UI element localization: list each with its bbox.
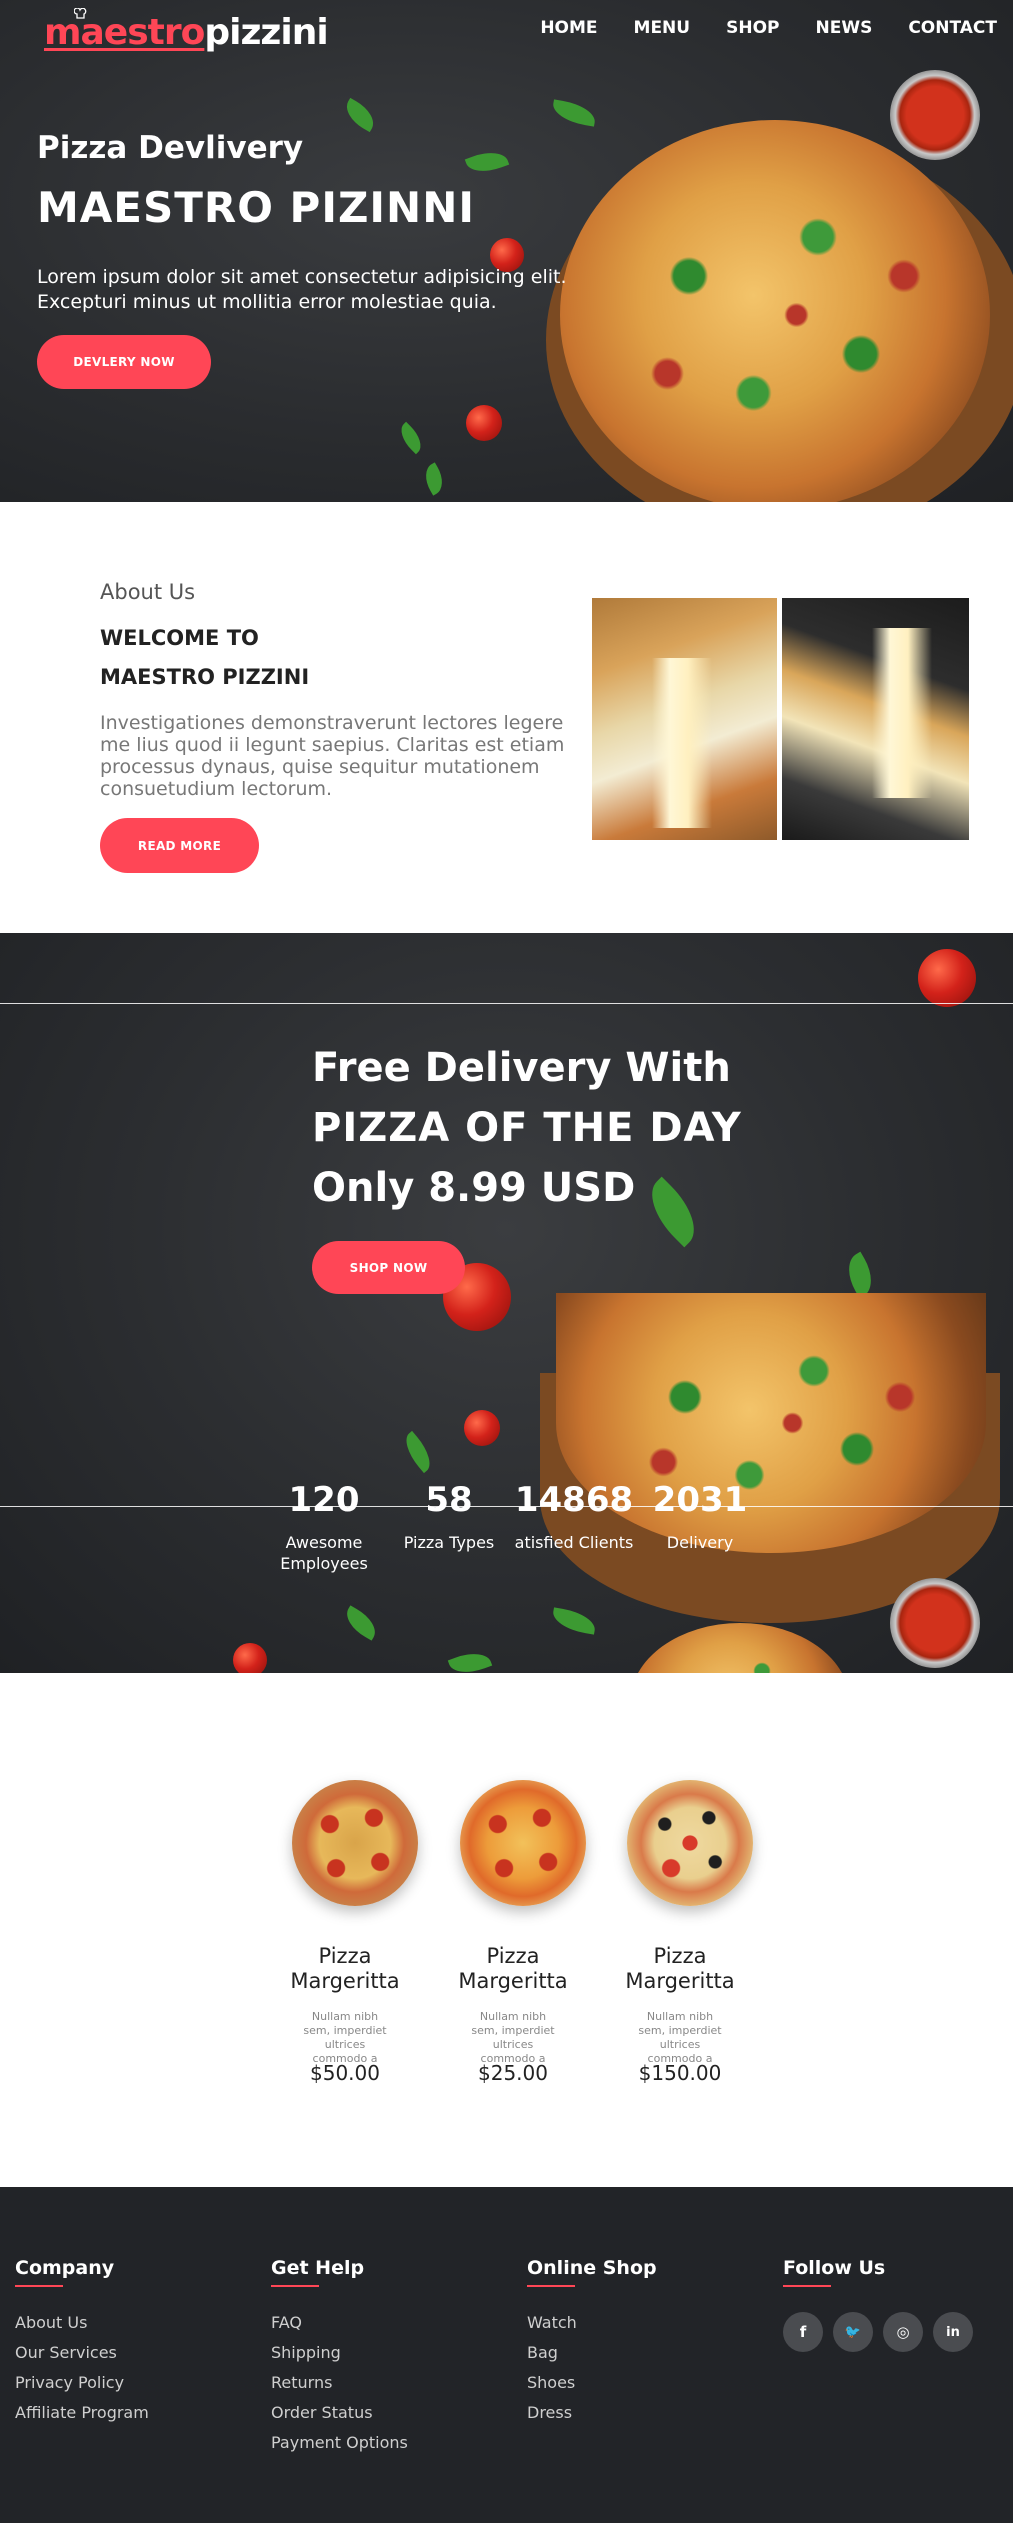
instagram-icon[interactable]: ◎ — [883, 2312, 923, 2352]
product-name[interactable]: Pizza Margeritta — [600, 1944, 760, 1994]
stat-label: Delivery — [666, 1533, 734, 1552]
product-price: $25.00 — [478, 2061, 548, 2085]
footer-link[interactable]: Returns — [271, 2373, 332, 2392]
about-heading: About Us — [100, 580, 196, 604]
about-name: MAESTRO PIZZINI — [100, 665, 310, 689]
stat-label: Pizza Types — [403, 1533, 495, 1552]
footer-heading-get-help: Get Help — [271, 2257, 365, 2279]
footer-heading-underline — [15, 2285, 63, 2287]
footer-link[interactable]: About Us — [15, 2313, 87, 2332]
promo-line-2: PIZZA OF THE DAY — [312, 1105, 742, 1151]
stat-number: 120 — [288, 1480, 360, 1520]
stat-number: 2031 — [652, 1480, 748, 1520]
hero-title: MAESTRO PIZINNI — [37, 183, 475, 232]
tomato-image — [464, 1410, 500, 1446]
footer-link[interactable]: Watch — [527, 2313, 577, 2332]
main-nav: HOME MENU SHOP NEWS CONTACT — [504, 18, 997, 38]
nav-news[interactable]: NEWS — [815, 18, 872, 38]
sauce-bowl-image — [890, 1578, 980, 1668]
promo-line-1: Free Delivery With — [312, 1045, 731, 1091]
site-footer — [0, 2187, 1013, 2523]
promo-section — [0, 933, 1013, 1673]
footer-heading-company: Company — [15, 2257, 115, 2279]
hero-description: Lorem ipsum dolor sit amet consectetur a… — [37, 266, 567, 313]
basil-leaf-image — [464, 145, 510, 179]
product-description: Nullam nibh sem, imperdiet ultrices comm… — [638, 2010, 722, 2065]
divider-line — [0, 1003, 1013, 1004]
hero-section — [0, 0, 1013, 502]
footer-heading-follow-us: Follow Us — [783, 2257, 886, 2279]
linkedin-icon[interactable]: in — [933, 2312, 973, 2352]
footer-link[interactable]: Bag — [527, 2343, 558, 2362]
basil-leaf-image — [398, 1430, 438, 1474]
nav-menu[interactable]: MENU — [634, 18, 691, 38]
tomato-image — [233, 1643, 267, 1673]
shop-now-button[interactable]: SHOP NOW — [312, 1241, 465, 1294]
basil-leaf-image — [394, 421, 428, 455]
tomato-image — [466, 405, 502, 441]
product-image[interactable] — [292, 1780, 418, 1906]
about-text: Investigationes demonstraverunt lectores… — [100, 712, 565, 800]
nav-contact[interactable]: CONTACT — [908, 18, 997, 38]
basil-leaf-image — [550, 1607, 598, 1635]
promo-line-3: Only 8.99 USD — [312, 1165, 636, 1211]
about-welcome: WELCOME TO — [100, 626, 259, 650]
footer-heading-underline — [783, 2285, 831, 2287]
footer-link[interactable]: Our Services — [15, 2343, 117, 2362]
product-price: $150.00 — [638, 2061, 722, 2085]
twitter-icon[interactable]: 🐦 — [833, 2312, 873, 2352]
basil-leaf-image — [550, 99, 598, 127]
nav-home[interactable]: HOME — [540, 18, 597, 38]
basil-leaf-image — [637, 1176, 709, 1248]
basil-leaf-image — [340, 97, 380, 133]
footer-heading-online-shop: Online Shop — [527, 2257, 657, 2279]
footer-heading-underline — [271, 2285, 319, 2287]
chef-hat-icon — [74, 8, 87, 19]
basil-leaf-image — [419, 462, 449, 496]
basil-leaf-image — [839, 1251, 881, 1299]
product-image[interactable] — [627, 1780, 753, 1906]
nav-shop[interactable]: SHOP — [726, 18, 779, 38]
product-name[interactable]: Pizza Margeritta — [433, 1944, 593, 1994]
stat-number: 58 — [425, 1480, 473, 1520]
footer-link[interactable]: Order Status — [271, 2403, 373, 2422]
hero-subtitle: Pizza Devlivery — [37, 130, 304, 166]
product-price: $50.00 — [310, 2061, 380, 2085]
product-name[interactable]: Pizza Margeritta — [265, 1944, 425, 1994]
logo-text-maestro: maestro — [44, 12, 205, 53]
promo-pizza-image — [630, 1623, 850, 1673]
sauce-bowl-image — [890, 70, 980, 160]
footer-link[interactable]: Payment Options — [271, 2433, 408, 2452]
footer-link[interactable]: Shipping — [271, 2343, 341, 2362]
facebook-icon[interactable]: f — [783, 2312, 823, 2352]
about-image-pizza-slice — [782, 598, 969, 840]
basil-leaf-image — [447, 1646, 493, 1673]
about-image-cheese-pull — [592, 598, 777, 840]
footer-link[interactable]: Affiliate Program — [15, 2403, 149, 2422]
footer-heading-underline — [527, 2285, 575, 2287]
basil-leaf-image — [340, 1605, 382, 1641]
footer-link[interactable]: FAQ — [271, 2313, 302, 2332]
logo-text-pizzini: pizzini — [204, 12, 328, 53]
footer-link[interactable]: Privacy Policy — [15, 2373, 124, 2392]
footer-link[interactable]: Dress — [527, 2403, 572, 2422]
footer-link[interactable]: Shoes — [527, 2373, 575, 2392]
tomato-image — [918, 949, 976, 1007]
stat-label: atisfied Clients — [514, 1533, 634, 1552]
product-image[interactable] — [460, 1780, 586, 1906]
delivery-now-button[interactable]: DEVLERY NOW — [37, 335, 211, 389]
hero-pizza-image — [560, 120, 990, 502]
product-description: Nullam nibh sem, imperdiet ultrices comm… — [303, 2010, 387, 2065]
stat-label: Awesome Employees — [280, 1533, 368, 1573]
read-more-button[interactable]: READ MORE — [100, 818, 259, 873]
product-description: Nullam nibh sem, imperdiet ultrices comm… — [471, 2010, 555, 2065]
stat-number: 14868 — [514, 1480, 634, 1520]
